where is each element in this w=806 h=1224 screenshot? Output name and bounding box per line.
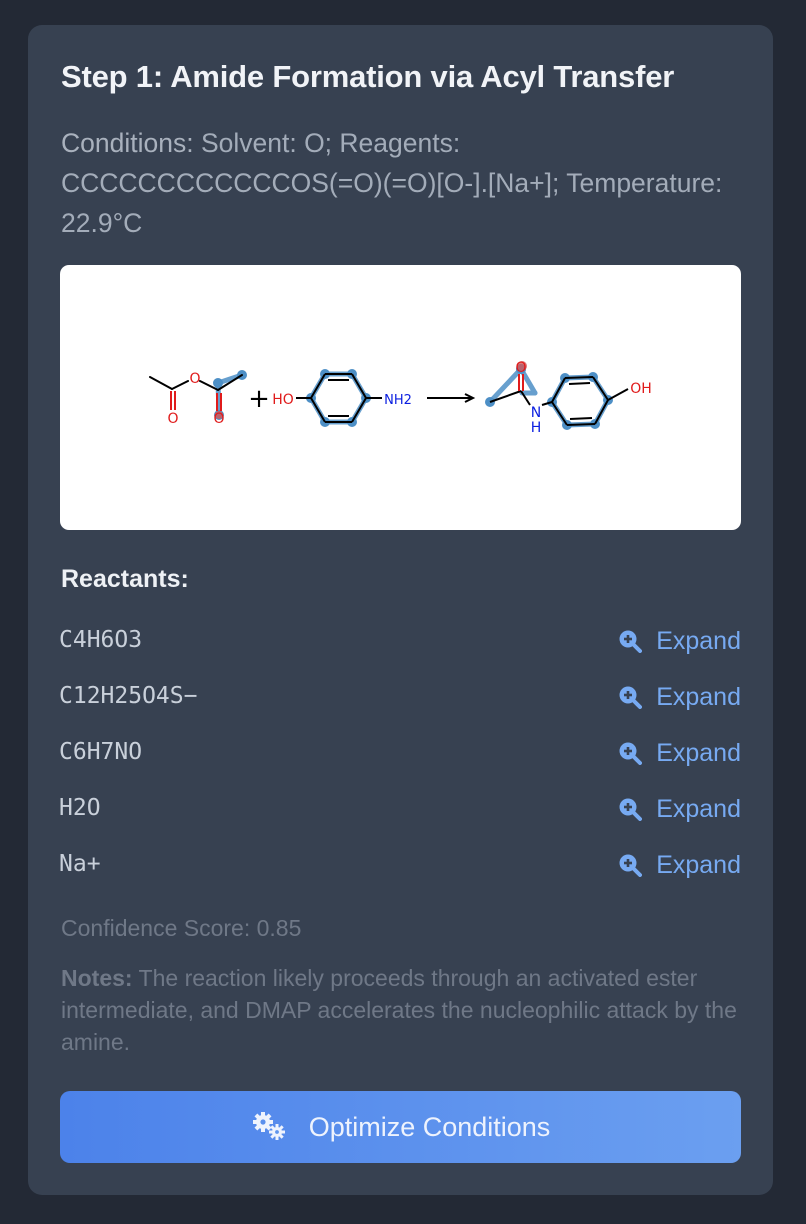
conditions-text: Conditions: Solvent: O; Reagents: CCCCCC… [61,123,751,243]
atom-label: H [531,420,542,436]
zoom-in-icon [619,798,643,821]
notes-text: The reaction likely proceeds through an … [61,965,737,1055]
expand-button[interactable]: Expand [618,847,741,883]
expand-button[interactable]: Expand [618,791,741,827]
step-title: Step 1: Amide Formation via Acyl Transfe… [61,59,675,94]
zoom-in-icon [619,854,643,877]
reactants-heading: Reactants: [61,565,189,593]
reactant-formula: H2O [59,795,101,821]
zoom-in-icon [619,630,643,653]
expand-label: Expand [656,738,741,767]
zoom-in-icon [619,686,643,709]
optimize-conditions-label: Optimize Conditions [308,1111,551,1142]
reactant-row: Na+ Expand [59,847,741,887]
notes-label: Notes: [61,965,133,991]
atom-label: O [189,371,200,387]
reaction-scheme: O O O + HO NH2 O N H OH [60,265,741,530]
expand-label: Expand [656,682,741,711]
atom-label: O [167,411,178,427]
conditions-label: Conditions: [61,128,194,158]
expand-button[interactable]: Expand [618,735,741,771]
expand-label: Expand [656,626,741,655]
atom-label: OH [630,381,652,397]
gears-icon [252,1112,285,1140]
reactant-formula: C4H6O3 [59,627,143,653]
reaction-step-card: Step 1: Amide Formation via Acyl Transfe… [28,25,773,1195]
expand-label: Expand [656,850,741,879]
atom-label: O [213,411,224,427]
expand-button[interactable]: Expand [618,623,741,659]
reactant-row: C6H7NO Expand [59,735,741,775]
reactant-formula: Na+ [59,851,101,877]
reactant-formula: C6H7NO [59,739,143,765]
reactant-row: H2O Expand [59,791,741,831]
reactant-formula: C12H25O4S− [59,683,198,709]
reaction-scheme-drawing: O O O + HO NH2 O N H OH [149,360,652,436]
zoom-in-icon [619,742,643,765]
plus-sign: + [248,384,270,414]
optimize-conditions-button[interactable]: Optimize Conditions [60,1091,741,1163]
atom-label: N [531,405,541,421]
reactant-row: C12H25O4S− Expand [59,679,741,719]
expand-label: Expand [656,794,741,823]
atom-label: HO [272,392,294,408]
atom-label: NH2 [384,393,412,408]
expand-button[interactable]: Expand [618,679,741,715]
atom-label: O [515,360,526,376]
reactant-row: C4H6O3 Expand [59,623,741,663]
notes: Notes: The reaction likely proceeds thro… [61,962,751,1058]
confidence-score: Confidence Score: 0.85 [61,915,302,941]
